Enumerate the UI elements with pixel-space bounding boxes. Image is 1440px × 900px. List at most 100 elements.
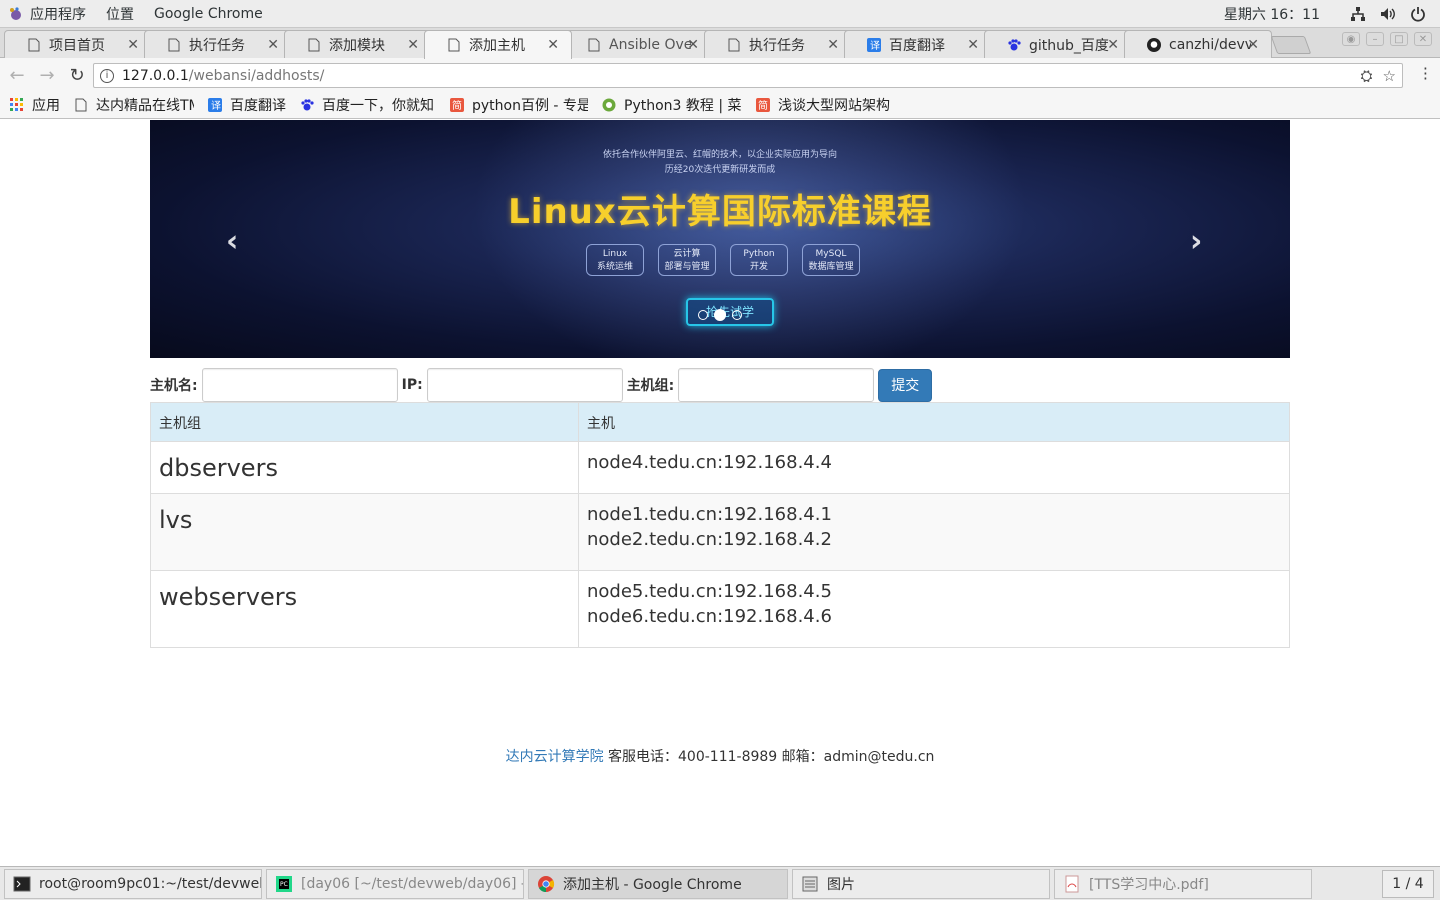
tab-label: 添加主机 bbox=[469, 38, 525, 54]
tab-ansible-overview[interactable]: Ansible Ove ✕ bbox=[564, 30, 712, 58]
page-content: 依托合作伙伴阿里云、红帽的技术，以企业实际应用为导向 历经20次迭代更新研发而成… bbox=[0, 120, 1440, 865]
bookmark-website-architecture[interactable]: 简 浅谈大型网站架构 bbox=[756, 95, 896, 115]
bookmark-apps[interactable]: 应用 bbox=[10, 95, 60, 115]
apps-grid-icon bbox=[10, 98, 23, 111]
back-arrow-icon[interactable]: ← bbox=[4, 62, 30, 88]
submit-button[interactable]: 提交 bbox=[878, 368, 933, 402]
taskbar-item-images[interactable]: 图片 bbox=[792, 868, 1050, 899]
chevron-right-icon[interactable]: › bbox=[1190, 224, 1202, 259]
footer-brand-link[interactable]: 达内云计算学院 bbox=[506, 749, 604, 765]
close-icon[interactable]: ✕ bbox=[1247, 37, 1259, 53]
taskbar-item-pdf[interactable]: [TTS学习中心.pdf] bbox=[1054, 868, 1312, 899]
profile-icon[interactable]: ◉ bbox=[1342, 32, 1360, 46]
reload-icon[interactable]: ↻ bbox=[64, 62, 90, 88]
column-header-group: 主机组 bbox=[150, 402, 579, 442]
page-icon bbox=[28, 38, 40, 51]
close-icon[interactable]: ✕ bbox=[407, 37, 419, 53]
tab-baidu-translate[interactable]: 译 百度翻译 ✕ bbox=[844, 30, 992, 58]
table-row: dbservers node4.tedu.cn:192.168.4.4 bbox=[150, 441, 1290, 494]
bookmark-label: Python3 教程 | 菜 bbox=[624, 98, 742, 114]
new-tab-button[interactable] bbox=[1270, 36, 1312, 54]
page-footer: 达内云计算学院 客服电话：400-111-8989 邮箱：admin@tedu.… bbox=[0, 746, 1440, 766]
banner-badge: 云计算 部署与管理 bbox=[658, 244, 716, 276]
badge-line-1: Python bbox=[743, 249, 775, 259]
badge-line-2: 数据库管理 bbox=[808, 262, 854, 272]
chevron-left-icon[interactable]: ‹ bbox=[226, 224, 238, 259]
address-bar[interactable]: i 127.0.0.1/webansi/addhosts/ ⛭ ☆ bbox=[93, 63, 1403, 88]
translate-page-icon[interactable]: ⛭ bbox=[1361, 67, 1373, 85]
site-info-icon[interactable]: i bbox=[100, 68, 114, 83]
bookmark-label: python百例 - 专是 bbox=[472, 98, 588, 114]
group-input[interactable] bbox=[678, 368, 875, 402]
taskbar-item-pycharm[interactable]: PC [day06 [~/test/devweb/day06] - .../..… bbox=[266, 868, 524, 899]
minimize-icon[interactable]: – bbox=[1366, 32, 1384, 46]
tab-github-canzhi[interactable]: canzhi/devv ✕ bbox=[1124, 30, 1272, 58]
baidu-paw-icon bbox=[301, 99, 314, 111]
carousel-indicators bbox=[698, 309, 742, 321]
column-header-hosts: 主机 bbox=[578, 402, 1290, 442]
close-icon[interactable]: ✕ bbox=[827, 37, 839, 53]
taskbar-item-terminal[interactable]: root@room9pc01:~/test/devweb/d... bbox=[4, 868, 262, 899]
jianshu-icon: 简 bbox=[756, 98, 770, 112]
add-host-form: 主机名: IP: 主机组: 提交 bbox=[150, 368, 933, 402]
bookmark-python3-tutorial[interactable]: Python3 教程 | 菜 bbox=[602, 95, 742, 115]
workspace-switcher[interactable]: 1 / 4 bbox=[1382, 869, 1434, 898]
close-icon[interactable]: ✕ bbox=[127, 37, 139, 53]
places-menu[interactable]: 位置 bbox=[106, 4, 134, 24]
taskbar-item-label: 添加主机 - Google Chrome bbox=[563, 876, 742, 893]
bookmark-star-icon[interactable]: ☆ bbox=[1383, 67, 1396, 85]
taskbar-item-label: [day06 [~/test/devweb/day06] - .../... bbox=[301, 875, 523, 892]
svg-text:简: 简 bbox=[758, 99, 768, 112]
bookmark-baidu[interactable]: 百度一下，你就知 bbox=[300, 95, 436, 115]
ip-input[interactable] bbox=[426, 368, 623, 402]
chrome-menu-icon[interactable]: · · · bbox=[1423, 61, 1428, 87]
volume-icon[interactable] bbox=[1380, 6, 1396, 22]
banner-carousel[interactable]: 依托合作伙伴阿里云、红帽的技术，以企业实际应用为导向 历经20次迭代更新研发而成… bbox=[150, 120, 1290, 358]
taskbar-item-chrome[interactable]: 添加主机 - Google Chrome bbox=[528, 868, 788, 899]
banner-subtitle-1: 依托合作伙伴阿里云、红帽的技术，以企业实际应用为导向 bbox=[602, 150, 837, 160]
carousel-indicator[interactable] bbox=[732, 310, 742, 320]
tab-project-home[interactable]: 项目首页 ✕ bbox=[4, 30, 152, 58]
tab-label: Ansible Ove bbox=[609, 36, 691, 53]
clock[interactable]: 星期六 16：11 bbox=[1224, 4, 1320, 24]
page-icon bbox=[308, 38, 320, 51]
tab-label: github_百度 bbox=[1029, 37, 1109, 54]
browser-toolbar: ← → ↻ i 127.0.0.1/webansi/addhosts/ ⛭ ☆ … bbox=[0, 58, 1440, 92]
footer-contact: 客服电话：400-111-8989 邮箱：admin@tedu.cn bbox=[603, 749, 935, 765]
active-app-menu[interactable]: Google Chrome bbox=[154, 6, 263, 22]
network-icon[interactable] bbox=[1350, 6, 1366, 22]
tab-add-module[interactable]: 添加模块 ✕ bbox=[284, 30, 432, 58]
applications-menu[interactable]: 应用程序 bbox=[30, 4, 86, 24]
badge-line-1: Linux bbox=[602, 249, 628, 259]
bookmark-python-examples[interactable]: 简 python百例 - 专是 bbox=[450, 95, 588, 115]
close-icon[interactable]: ✕ bbox=[1107, 37, 1119, 53]
tab-github-baidu[interactable]: github_百度 ✕ bbox=[984, 30, 1132, 58]
window-list-taskbar: root@room9pc01:~/test/devweb/d... PC [da… bbox=[0, 866, 1440, 900]
system-top-bar: 应用程序 位置 Google Chrome 星期六 16：11 bbox=[0, 0, 1440, 28]
url-host: 127.0.0.1 bbox=[122, 67, 189, 84]
badge-line-1: MySQL bbox=[815, 249, 847, 259]
tab-run-task[interactable]: 执行任务 ✕ bbox=[144, 30, 292, 58]
host-entry: node6.tedu.cn:192.168.4.6 bbox=[587, 606, 832, 627]
close-icon[interactable]: ✕ bbox=[967, 37, 979, 53]
bookmark-tarena[interactable]: 达内精品在线TMO bbox=[74, 95, 194, 115]
bookmark-baidu-translate[interactable]: 译 百度翻译 bbox=[208, 95, 286, 115]
close-icon[interactable]: ✕ bbox=[687, 37, 699, 53]
maximize-icon[interactable]: □ bbox=[1390, 32, 1408, 46]
tab-run-task-2[interactable]: 执行任务 ✕ bbox=[704, 30, 852, 58]
bookmark-label: 浅谈大型网站架构 bbox=[778, 98, 890, 114]
hostname-input[interactable] bbox=[201, 368, 398, 402]
carousel-indicator-active[interactable] bbox=[714, 309, 726, 321]
table-row: webservers node5.tedu.cn:192.168.4.5 nod… bbox=[150, 570, 1290, 648]
page-icon bbox=[75, 98, 87, 112]
close-icon[interactable]: ✕ bbox=[267, 37, 279, 53]
banner-headline: Linux云计算国际标准课程 bbox=[508, 192, 932, 232]
carousel-indicator[interactable] bbox=[698, 310, 708, 320]
tab-add-host[interactable]: 添加主机 ✕ bbox=[424, 30, 572, 59]
banner-subtitle-2: 历经20次迭代更新研发而成 bbox=[664, 165, 776, 175]
forward-arrow-icon[interactable]: → bbox=[34, 62, 60, 88]
window-close-icon[interactable]: ✕ bbox=[1414, 32, 1432, 46]
close-icon[interactable]: ✕ bbox=[547, 37, 559, 53]
group-cell: lvs bbox=[150, 493, 579, 571]
power-icon[interactable] bbox=[1410, 6, 1426, 22]
